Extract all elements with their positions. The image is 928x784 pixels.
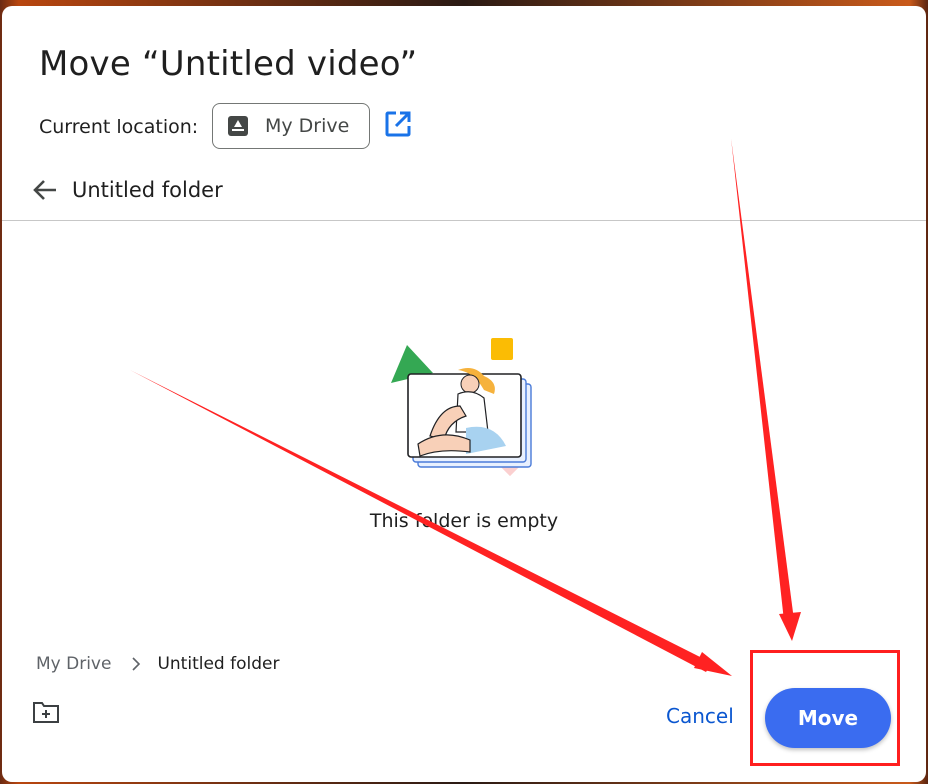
drive-icon: [228, 116, 248, 136]
empty-folder-message: This folder is empty: [369, 510, 559, 532]
folder-nav-row: Untitled folder: [30, 174, 223, 206]
breadcrumb-current: Untitled folder: [157, 654, 280, 674]
chevron-right-icon: [132, 657, 141, 671]
current-location-label: Current location:: [39, 116, 199, 138]
open-in-new-icon[interactable]: [383, 109, 413, 139]
empty-folder-illustration: [391, 338, 532, 477]
divider: [2, 220, 926, 221]
current-location-value: My Drive: [265, 115, 350, 137]
current-location-chip[interactable]: My Drive: [212, 103, 370, 149]
breadcrumb-root[interactable]: My Drive: [36, 654, 111, 674]
cancel-button[interactable]: Cancel: [658, 696, 742, 736]
arrow-back-icon[interactable]: [30, 175, 60, 205]
annotation-highlight-box: [750, 650, 900, 766]
breadcrumb: My Drive Untitled folder: [36, 652, 279, 676]
current-folder-name: Untitled folder: [72, 178, 223, 202]
create-new-folder-icon[interactable]: [32, 700, 60, 724]
dialog-title: Move “Untitled video”: [39, 44, 418, 84]
